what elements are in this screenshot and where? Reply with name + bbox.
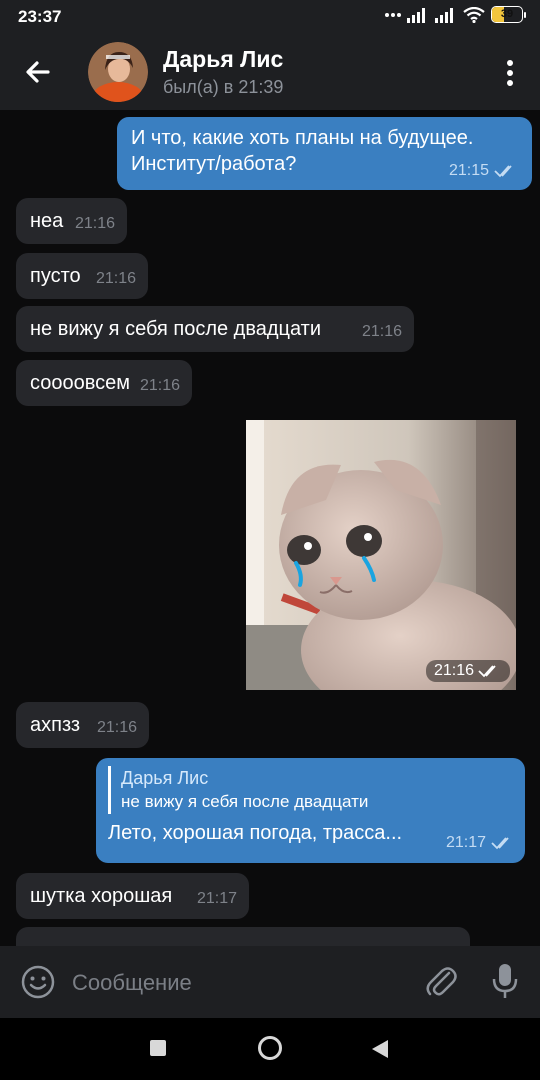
message-text: Лето, хорошая погода, трасса... [108, 822, 403, 844]
reply-quoted-text: не вижу я себя после двадцати [121, 792, 369, 811]
crying-kitten-photo [246, 420, 516, 690]
message-input[interactable]: Сообщение [72, 970, 192, 996]
wifi-icon [463, 6, 485, 23]
signal-icon-2 [435, 7, 453, 23]
message-text: соооовсем [30, 372, 130, 394]
message-text: ахпзз [30, 714, 81, 736]
status-bar: 23:37 39 [0, 0, 540, 34]
message-bubble-outgoing[interactable]: И что, какие хоть планы на будущее. Инст… [117, 117, 532, 190]
double-check-icon [478, 665, 496, 678]
double-check-icon [491, 837, 509, 850]
system-navigation-bar [0, 1018, 540, 1080]
message-bubble-incoming[interactable]: ахпзз 21:16 [16, 702, 149, 748]
message-time: 21:16 [96, 719, 137, 736]
message-list[interactable]: И что, какие хоть планы на будущее. Инст… [0, 110, 540, 946]
message-time: 21:16 [95, 270, 136, 287]
contact-name[interactable]: Дарья Лис [163, 46, 283, 73]
dots-icon [385, 12, 401, 17]
message-bubble-incoming[interactable]: пусто 21:16 [16, 253, 148, 299]
battery-icon: 39 [491, 6, 526, 23]
last-seen-status: был(а) в 21:39 [163, 77, 284, 97]
status-time: 23:37 [18, 7, 62, 26]
message-time: 21:16 [139, 377, 180, 394]
battery-level: 39 [500, 8, 514, 20]
avatar[interactable] [88, 42, 148, 102]
message-time: 21:17 [196, 890, 237, 907]
message-time: 21:16 [361, 323, 402, 340]
message-time: 21:15 [448, 162, 489, 179]
photo-message[interactable]: 21:16 [246, 420, 516, 690]
back-arrow-icon[interactable] [20, 54, 56, 90]
more-options-icon[interactable] [502, 58, 518, 88]
message-input-bar: Сообщение [0, 946, 540, 1018]
message-text: не вижу я себя после двадцати [30, 318, 322, 340]
double-check-icon [494, 165, 512, 178]
message-bubble-incoming[interactable]: шутка хорошая 21:17 [16, 873, 249, 919]
message-bubble-outgoing-reply[interactable]: Дарья Лис не вижу я себя после двадцати … [96, 758, 525, 863]
message-text: пусто [30, 265, 81, 287]
message-text: шутка хорошая [30, 885, 173, 907]
signal-icon [407, 7, 425, 23]
emoji-icon[interactable] [20, 964, 56, 1000]
message-bubble-incoming[interactable]: неа 21:16 [16, 198, 127, 244]
message-bubble-incoming-partial[interactable] [16, 927, 470, 946]
recent-apps-button[interactable] [150, 1040, 166, 1056]
message-time: 21:16 [74, 215, 115, 232]
reply-quote[interactable]: Дарья Лис не вижу я себя после двадцати [108, 766, 513, 814]
attach-icon[interactable] [424, 964, 458, 1000]
message-time: 21:16 [433, 662, 474, 679]
microphone-icon[interactable] [490, 962, 520, 1000]
message-bubble-incoming[interactable]: не вижу я себя после двадцати 21:16 [16, 306, 414, 352]
message-bubble-incoming[interactable]: соооовсем 21:16 [16, 360, 192, 406]
chat-header: Дарья Лис был(а) в 21:39 [0, 34, 540, 110]
message-text: неа [30, 210, 64, 232]
message-time: 21:17 [445, 834, 486, 851]
photo-timestamp: 21:16 [425, 660, 510, 682]
home-button[interactable] [258, 1036, 282, 1060]
status-icons: 39 [385, 6, 526, 23]
back-button[interactable] [371, 1039, 389, 1059]
reply-author: Дарья Лис [121, 768, 209, 788]
